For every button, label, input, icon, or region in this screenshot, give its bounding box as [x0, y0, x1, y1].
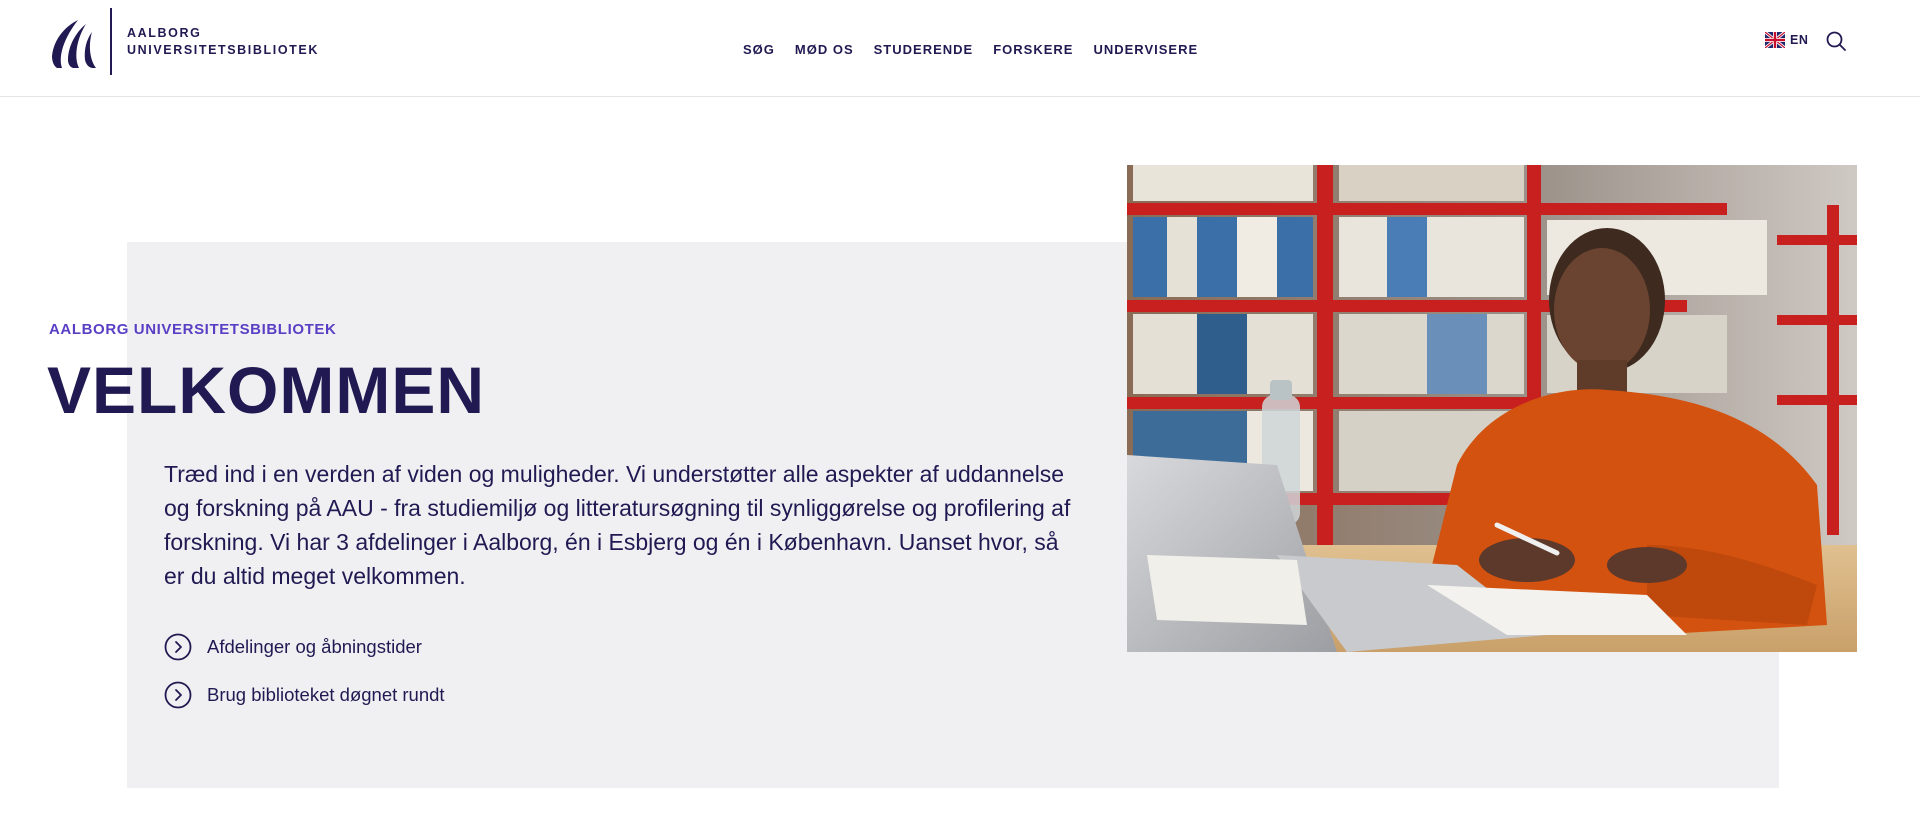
nav-item-soeg[interactable]: SØG — [743, 42, 775, 57]
hero-links: Afdelinger og åbningstider Brug bibliote… — [164, 632, 445, 728]
logo-line-2: UNIVERSITETSBIBLIOTEK — [127, 43, 319, 57]
chevron-circle-icon — [164, 633, 192, 661]
language-switch[interactable]: EN — [1765, 32, 1808, 48]
hero-eyebrow: AALBORG UNIVERSITETSBIBLIOTEK — [49, 321, 337, 338]
uk-flag-icon — [1765, 32, 1785, 48]
logo-line-1: AALBORG — [127, 26, 202, 40]
link-library-24-7[interactable]: Brug biblioteket døgnet rundt — [164, 680, 445, 710]
link-departments-hours[interactable]: Afdelinger og åbningstider — [164, 632, 445, 662]
aau-logo-icon[interactable] — [48, 16, 98, 68]
chevron-circle-icon — [164, 681, 192, 709]
main-nav: SØG MØD OS STUDERENDE FORSKERE UNDERVISE… — [743, 42, 1198, 57]
language-label: EN — [1790, 33, 1809, 47]
search-icon[interactable] — [1825, 30, 1847, 52]
logo-divider — [110, 8, 112, 75]
nav-item-studerende[interactable]: STUDERENDE — [874, 42, 974, 57]
nav-item-forskere[interactable]: FORSKERE — [993, 42, 1073, 57]
nav-item-undervisere[interactable]: UNDERVISERE — [1093, 42, 1198, 57]
link-label[interactable]: Afdelinger og åbningstider — [207, 636, 422, 658]
link-label[interactable]: Brug biblioteket døgnet rundt — [207, 684, 445, 706]
hero-photo — [1127, 165, 1857, 652]
page-title: VELKOMMEN — [47, 353, 485, 427]
site-logo-text[interactable]: AALBORG UNIVERSITETSBIBLIOTEK — [127, 25, 319, 59]
site-header: AALBORG UNIVERSITETSBIBLIOTEK SØG MØD OS… — [0, 0, 1920, 97]
hero-intro-text: Træd ind i en verden af viden og mulighe… — [164, 461, 1071, 589]
nav-item-moed-os[interactable]: MØD OS — [795, 42, 854, 57]
